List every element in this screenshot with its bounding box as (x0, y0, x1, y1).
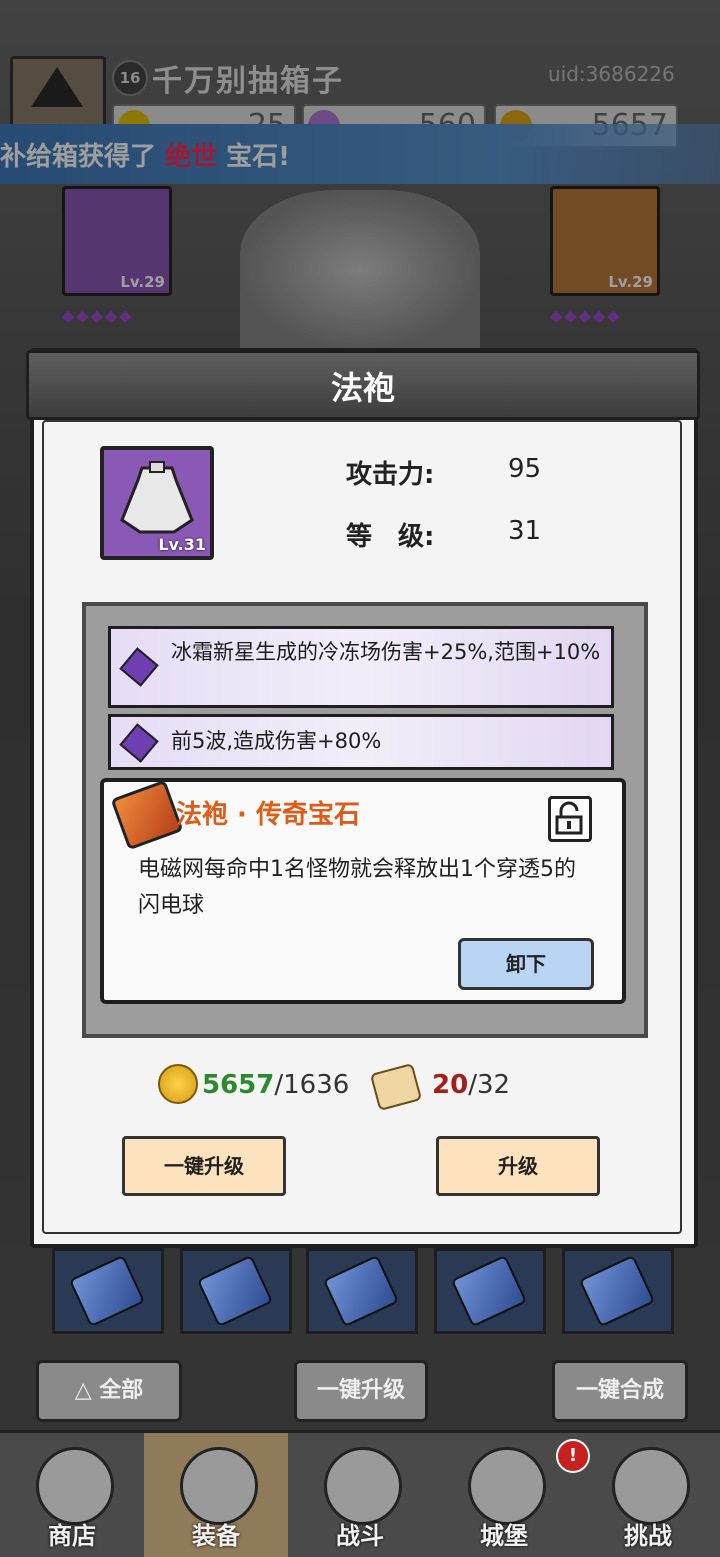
stat-attack-value: 95 (508, 454, 542, 484)
backpack-icon (180, 1447, 258, 1525)
gold-coin-icon (158, 1064, 198, 1104)
nav-shop[interactable]: 商店 (0, 1433, 144, 1557)
nav-battle[interactable]: 战斗 (288, 1433, 432, 1557)
gem-affix-text: 冰霜新星生成的冷冻场伤害+25%,范围+10% (171, 640, 601, 664)
gold-need: /1636 (274, 1070, 350, 1100)
scroll-cost: 20/32 (432, 1070, 510, 1100)
stat-level-value: 31 (508, 516, 542, 546)
nav-challenge[interactable]: 挑战 (576, 1433, 720, 1557)
castle-icon (468, 1447, 546, 1525)
gem-affix-text: 前5波,造成伤害+80% (171, 729, 382, 753)
modal-title: 法袍 (330, 369, 395, 407)
shield-icon (612, 1447, 690, 1525)
inventory-slot[interactable] (306, 1248, 418, 1334)
upgrade-button[interactable]: 升级 (436, 1136, 600, 1196)
gem-affix-row: 冰霜新星生成的冷冻场伤害+25%,范围+10% (108, 626, 614, 708)
filter-all-button[interactable]: △ 全部 (36, 1360, 182, 1422)
purple-gem-icon (119, 723, 159, 763)
scroll-need: /32 (468, 1070, 511, 1100)
gold-have: 5657 (202, 1070, 275, 1100)
shop-icon (36, 1447, 114, 1525)
gem-affix-row: 前5波,造成伤害+80% (108, 714, 614, 770)
inventory-slot[interactable] (562, 1248, 674, 1334)
blue-gem-icon (450, 1254, 528, 1328)
item-level-label: Lv.31 (158, 535, 206, 554)
modal-header: 法袍 (26, 350, 700, 420)
inventory-slot[interactable] (434, 1248, 546, 1334)
blue-gem-icon (68, 1254, 146, 1328)
nav-equipment[interactable]: 装备 (144, 1433, 288, 1557)
gold-cost: 5657/1636 (202, 1070, 349, 1100)
bulk-merge-button[interactable]: 一键合成 (552, 1360, 688, 1422)
stat-attack-label: 攻击力: (346, 460, 435, 490)
blue-gem-icon (578, 1254, 656, 1328)
robe-item-icon: Lv.31 (100, 446, 214, 560)
legendary-gem-description: 电磁网每命中1名怪物就会释放出1个穿透5的闪电球 (138, 857, 576, 918)
crossed-swords-icon (324, 1447, 402, 1525)
nav-castle[interactable]: 城堡 ! (432, 1433, 590, 1557)
blue-gem-icon (196, 1254, 274, 1328)
bottom-navbar: 商店 装备 战斗 城堡 ! 挑战 (0, 1430, 720, 1557)
bulk-upgrade-button[interactable]: 一键升级 (294, 1360, 428, 1422)
unlock-icon[interactable] (548, 796, 592, 842)
inventory-slot[interactable] (180, 1248, 292, 1334)
stat-level-label: 等 级: (346, 522, 435, 552)
unequip-button[interactable]: 卸下 (458, 938, 594, 990)
legendary-gem-title: 法袍 · 传奇宝石 (176, 800, 360, 830)
purple-gem-icon (119, 647, 159, 687)
scroll-have: 20 (432, 1070, 469, 1100)
triangle-up-icon: △ (74, 1378, 100, 1403)
blue-gem-icon (322, 1254, 400, 1328)
upgrade-all-button[interactable]: 一键升级 (122, 1136, 286, 1196)
inventory-slot[interactable] (52, 1248, 164, 1334)
